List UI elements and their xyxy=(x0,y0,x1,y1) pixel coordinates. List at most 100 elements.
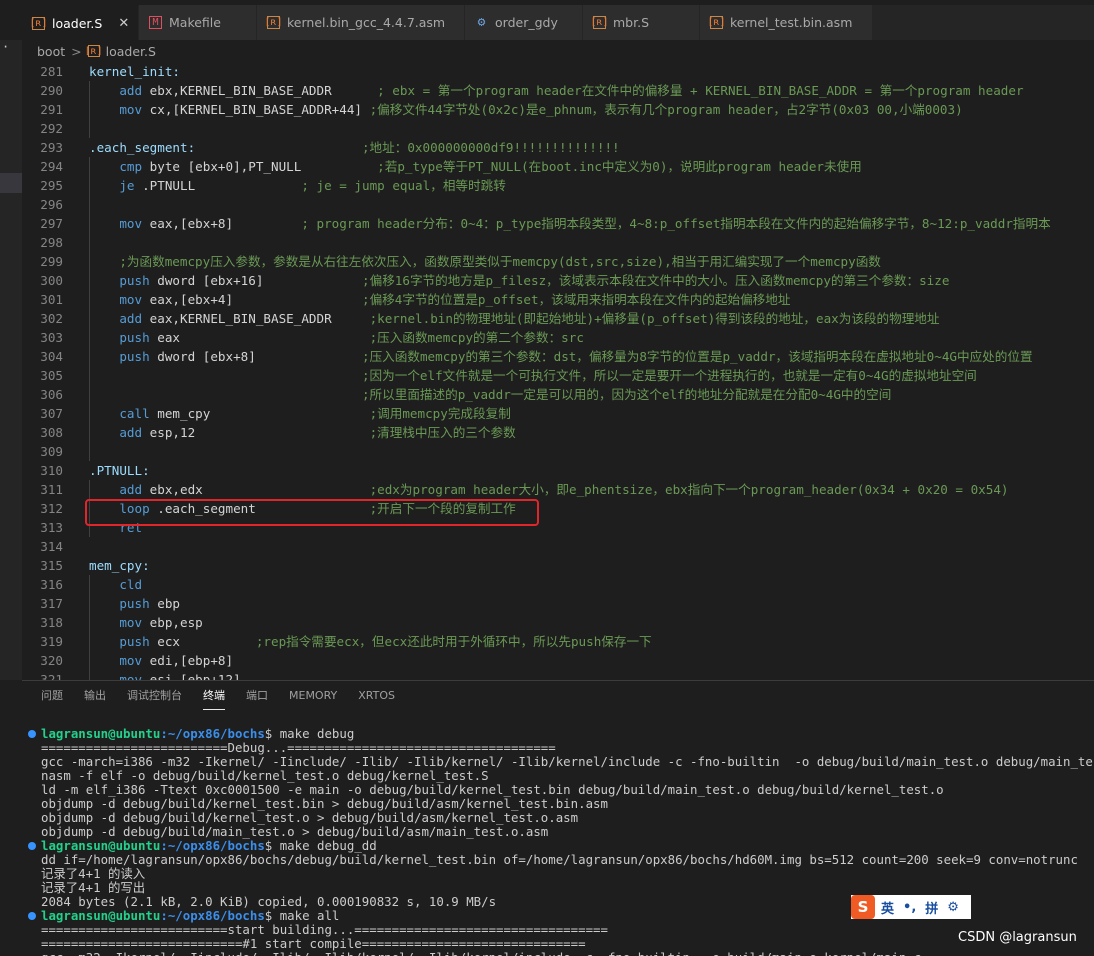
terminal-output-line: dd if=/home/lagransun/opx86/bochs/debug/… xyxy=(22,853,1094,867)
code-line[interactable]: 310 .PTNULL: xyxy=(22,461,1094,480)
line-number: 310 xyxy=(40,463,63,478)
terminal-text: ld -m elf_i386 -Ttext 0xc0001500 -e main… xyxy=(41,782,944,797)
code-line[interactable]: 300 push dword [ebx+16] ;偏移16字节的地方是p_fil… xyxy=(22,271,1094,290)
code-line[interactable]: 319 push ecx ;rep指令需要ecx，但ecx还此时用于外循环中，所… xyxy=(22,632,1094,651)
indent-guide xyxy=(89,575,90,594)
tab-mbr-s[interactable]: [ʀ] mbr.S xyxy=(583,5,700,40)
code-token: eax,KERNEL_BIN_BASE_ADDR xyxy=(142,311,370,326)
code-token: ebp xyxy=(149,596,181,611)
code-line[interactable]: 316 cld xyxy=(22,575,1094,594)
code-token: call xyxy=(119,406,150,421)
code-line[interactable]: 299 ;为函数memcpy压入参数，参数是从右往左依次压入，函数原型类似于me… xyxy=(22,252,1094,271)
command-status-dot-icon[interactable] xyxy=(28,842,36,850)
command-status-dot-icon[interactable] xyxy=(28,912,36,920)
code-line[interactable]: 311 add ebx,edx ;edx为program header大小，即e… xyxy=(22,480,1094,499)
tab-kernel-bin-gcc-asm[interactable]: [ʀ] kernel.bin_gcc_4.4.7.asm xyxy=(257,5,465,40)
line-number: 296 xyxy=(40,197,63,212)
code-line[interactable]: 296 xyxy=(22,195,1094,214)
line-number: 301 xyxy=(40,292,63,307)
code-line[interactable]: 302 add eax,KERNEL_BIN_BASE_ADDR ;kernel… xyxy=(22,309,1094,328)
tab-panel-3[interactable]: 终端 xyxy=(203,681,225,714)
code-line[interactable]: 320 mov edi,[ebp+8] xyxy=(22,651,1094,670)
close-icon[interactable]: ✕ xyxy=(118,16,129,31)
code-line[interactable]: 321 mov esi,[ebp+12] xyxy=(22,670,1094,680)
code-text: push eax ;压入函数memcpy的第二个参数：src xyxy=(89,328,584,347)
code-token: ;偏移16字节的地方是p_filesz，该域表示本段在文件中的大小。压入函数me… xyxy=(362,273,950,288)
code-line[interactable]: 281 kernel_init: xyxy=(22,62,1094,81)
code-line[interactable]: 292 xyxy=(22,119,1094,138)
explorer-edge: · xyxy=(0,40,22,680)
tab-makefile[interactable]: M Makefile xyxy=(139,5,257,40)
breadcrumb-folder[interactable]: boot xyxy=(37,44,65,59)
terminal-output-line: 记录了4+1 的读入 xyxy=(22,867,1094,881)
tab-panel-5[interactable]: MEMORY xyxy=(289,681,337,714)
breadcrumb-file[interactable]: loader.S xyxy=(106,44,156,59)
code-line[interactable]: 305 ;因为一个elf文件就是一个可执行文件，所以一定是要开一个进程执行的，也… xyxy=(22,366,1094,385)
tab-panel-1[interactable]: 输出 xyxy=(84,681,106,714)
indent-guide xyxy=(89,613,90,632)
code-line[interactable]: 304 push dword [ebx+8] ;压入函数memcpy的第三个参数… xyxy=(22,347,1094,366)
prompt-path: :~/opx86/bochs xyxy=(160,908,265,923)
line-number: 297 xyxy=(40,216,63,231)
code-line[interactable]: 317 push ebp xyxy=(22,594,1094,613)
prompt-user: lagransun@ubuntu xyxy=(41,838,161,853)
ime-punct[interactable]: •, xyxy=(903,900,916,915)
ime-mode[interactable]: 拼 xyxy=(925,898,938,917)
code-token: ;偏移文件44字节处(0x2c)是e_phnum，表示有几个program he… xyxy=(369,102,963,117)
code-line[interactable]: 309 xyxy=(22,442,1094,461)
indent-guide xyxy=(89,176,90,195)
tab-panel-2[interactable]: 调试控制台 xyxy=(127,681,182,714)
tab-kernel-test-bin-asm[interactable]: [ʀ] kernel_test.bin.asm xyxy=(700,5,873,40)
indent-guide xyxy=(89,309,90,328)
code-line[interactable]: 315 mem_cpy: xyxy=(22,556,1094,575)
code-line[interactable]: 314 xyxy=(22,537,1094,556)
tab-loader-s[interactable]: [ʀ] loader.S ✕ xyxy=(22,5,139,40)
terminal-output-line: gcc -m32 -Ikernel/ -Iinclude/ -Ilib/ -Il… xyxy=(22,951,1094,956)
tab-panel-6[interactable]: XRTOS xyxy=(358,681,395,714)
code-text: add esp,12 ;清理栈中压入的三个参数 xyxy=(89,423,515,442)
code-token: dword xyxy=(149,273,203,288)
command-status-dot-icon[interactable] xyxy=(28,730,36,738)
ime-lang[interactable]: 英 xyxy=(881,898,894,917)
code-line[interactable]: 298 xyxy=(22,233,1094,252)
terminal-output-line: gcc -march=i386 -m32 -Ikernel/ -Iinclude… xyxy=(22,755,1094,769)
tab-panel-4[interactable]: 端口 xyxy=(246,681,268,714)
code-text: ;所以里面描述的p_vaddr一定是可以用的，因为这个elf的地址分配就是在分配… xyxy=(89,385,891,404)
code-line[interactable]: 290 add ebx,KERNEL_BIN_BASE_ADDR ; ebx =… xyxy=(22,81,1094,100)
tab-panel-0[interactable]: 问题 xyxy=(41,681,63,714)
code-line[interactable]: 308 add esp,12 ;清理栈中压入的三个参数 xyxy=(22,423,1094,442)
code-line[interactable]: 295 je .PTNULL ; je = jump equal，相等时跳转 xyxy=(22,176,1094,195)
code-line[interactable]: 297 mov eax,[ebx+8] ; program header分布：0… xyxy=(22,214,1094,233)
indent-guide xyxy=(89,385,90,404)
code-token: mov xyxy=(119,102,143,117)
terminal-text: =========================Debug...=======… xyxy=(41,740,556,755)
code-token: push xyxy=(119,596,150,611)
code-line[interactable]: 294 cmp byte [ebx+0],PT_NULL ;若p_type等于P… xyxy=(22,157,1094,176)
code-line[interactable]: 291 mov cx,[KERNEL_BIN_BASE_ADDR+44] ;偏移… xyxy=(22,100,1094,119)
ime-toolbar[interactable]: S 英 •, 拼 ⚙ xyxy=(851,895,971,919)
terminal-output[interactable]: lagransun@ubuntu:~/opx86/bochs$ make deb… xyxy=(22,714,1094,956)
code-line[interactable]: 301 mov eax,[ebx+4] ;偏移4字节的位置是p_offset，该… xyxy=(22,290,1094,309)
line-number: 291 xyxy=(40,102,63,117)
code-line[interactable]: 318 mov ebp,esp xyxy=(22,613,1094,632)
code-token: eax xyxy=(149,330,370,345)
code-text: push ebp xyxy=(89,594,180,613)
tab-label: order_gdy xyxy=(495,15,558,30)
gear-icon[interactable]: ⚙ xyxy=(947,900,959,915)
code-line[interactable]: 303 push eax ;压入函数memcpy的第二个参数：src xyxy=(22,328,1094,347)
code-token: add xyxy=(119,83,143,98)
code-text: je .PTNULL ; je = jump equal，相等时跳转 xyxy=(89,176,505,195)
code-token: ;地址：0x000000000df9!!!!!!!!!!!!!! xyxy=(361,140,620,155)
indent-guide xyxy=(89,480,90,499)
code-line[interactable]: 307 call mem_cpy ;调用memcpy完成段复制 xyxy=(22,404,1094,423)
indent-guide xyxy=(89,442,90,461)
code-line[interactable]: 293 .each_segment: ;地址：0x000000000df9!!!!… xyxy=(22,138,1094,157)
code-line[interactable]: 306 ;所以里面描述的p_vaddr一定是可以用的，因为这个elf的地址分配就… xyxy=(22,385,1094,404)
tab-order-gdy[interactable]: ⚙ order_gdy xyxy=(465,5,583,40)
code-editor[interactable]: 281 kernel_init: 290 add ebx,KERNEL_BIN_BA… xyxy=(22,62,1094,680)
